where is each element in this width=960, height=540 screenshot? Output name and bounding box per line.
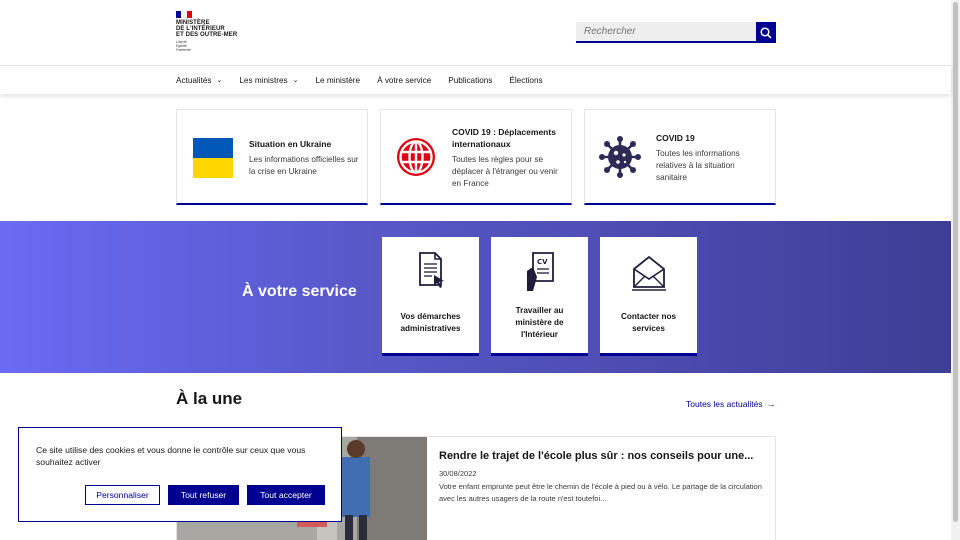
nav-item-publications[interactable]: Publications [448,66,492,94]
logo-motto: Liberté Égalité Fraternité [176,40,246,52]
service-travailler[interactable]: CV Travailler au ministère de l'Intérieu… [491,237,588,356]
cookie-refuse-button[interactable]: Tout refuser [168,485,239,505]
nav-item-ministres[interactable]: Les ministres ⌄ [239,66,298,94]
service-label: Contacter nos services [620,312,677,333]
virus-icon [599,136,641,178]
article-date: 30/08/2022 [439,469,477,478]
nav-item-ministere[interactable]: Le ministère [315,66,360,94]
chevron-down-icon: ⌄ [216,77,223,84]
nav-item-elections[interactable]: Élections [509,66,542,94]
search-input[interactable] [576,22,756,43]
motto-fraternite: Fraternité [176,48,191,52]
globe-icon [397,138,435,176]
nav-label: Les ministres [239,75,288,85]
service-demarches[interactable]: Vos démarches administratives [382,237,479,356]
scrollbar-thumb[interactable] [953,2,958,522]
une-title: À la une [176,389,243,408]
card-title: Situation en Ukraine [249,139,332,149]
nav-item-a-votre-service[interactable]: À votre service [377,66,431,94]
page-scrollbar[interactable] [951,0,960,540]
ukraine-flag-icon [193,138,233,178]
service-title: À votre service [242,283,357,300]
card-text: Les informations officielles sur la cris… [249,155,359,176]
featured-cards: Situation en Ukraine Les informations of… [176,109,776,205]
card-covid[interactable]: COVID 19 Toutes les informations relativ… [584,109,776,205]
article-title: Rendre le trajet de l'école plus sûr : n… [439,450,754,462]
site-header: MINISTÈRE DE L'INTÉRIEUR ET DES OUTRE-ME… [0,0,951,66]
card-title: COVID 19 : Déplacements internationaux [452,127,556,149]
nav-label: Actualités [176,75,212,85]
envelope-icon [631,255,666,291]
search-icon [760,26,772,39]
cookie-accept-button[interactable]: Tout accepter [247,485,325,505]
card-title: COVID 19 [656,133,695,143]
cookie-customize-button[interactable]: Personnaliser [85,485,160,505]
french-flag-icon [176,11,192,18]
cv-hand-icon: CV [526,252,554,291]
all-news-link[interactable]: Toutes les actualités → [686,399,776,409]
card-text: Toutes les règles pour se déplacer à l'é… [452,155,558,188]
service-label: Travailler au ministère de l'Intérieur [515,306,564,339]
cookie-text: Ce site utilise des cookies et vous donn… [36,445,306,467]
card-covid-travel[interactable]: COVID 19 : Déplacements internationaux T… [380,109,572,205]
search-bar [576,22,776,43]
all-news-label: Toutes les actualités [686,399,763,409]
cookie-banner: Ce site utilise des cookies et vous donn… [18,427,342,522]
svg-text:CV: CV [537,258,548,266]
document-click-icon [418,252,444,288]
card-text: Toutes les informations relatives à la s… [656,149,740,182]
card-ukraine[interactable]: Situation en Ukraine Les informations of… [176,109,368,205]
article-excerpt: Votre enfant emprunte peut être le chemi… [439,482,762,503]
service-contacter[interactable]: Contacter nos services [600,237,697,356]
ministry-logo[interactable]: MINISTÈRE DE L'INTÉRIEUR ET DES OUTRE-ME… [176,11,246,52]
arrow-right-icon: → [766,399,776,409]
main-nav: Actualités ⌄ Les ministres ⌄ Le ministèr… [0,66,951,94]
service-label: Vos démarches administratives [400,312,461,333]
logo-line-3: ET DES OUTRE-MER [176,32,238,38]
chevron-down-icon: ⌄ [292,77,299,84]
nav-item-actualites[interactable]: Actualités ⌄ [176,66,222,94]
search-button[interactable] [756,22,776,43]
